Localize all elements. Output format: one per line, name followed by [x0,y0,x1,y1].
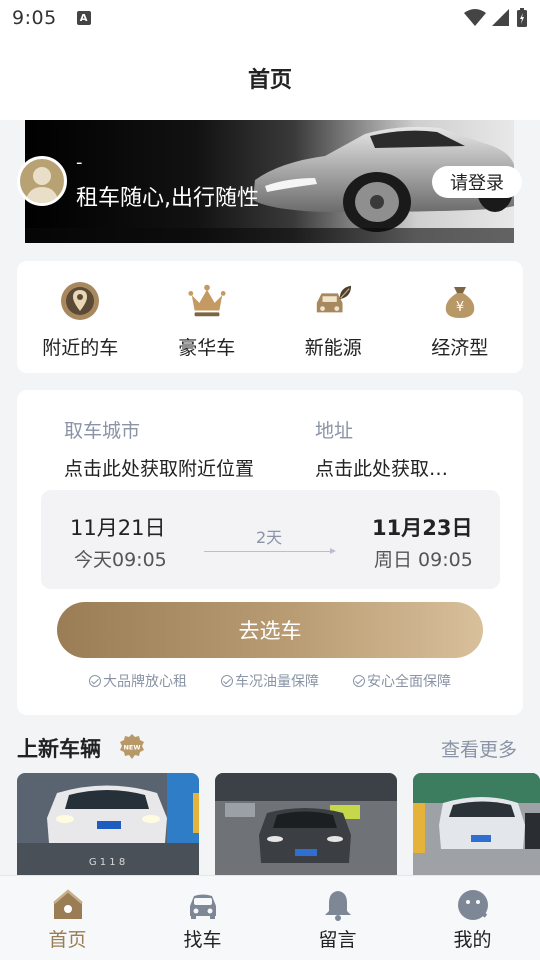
check-circle-icon [353,675,365,687]
category-label: 豪华车 [178,337,236,359]
bottom-tab-bar: 首页 找车 留言 我的 [0,875,540,960]
avatar[interactable] [17,156,67,206]
category-economy[interactable]: ¥ 经济型 [397,261,524,373]
select-car-button[interactable]: 去选车 [57,602,483,658]
pickup-city-label: 取车城市 [64,420,141,442]
svg-text:¥: ¥ [456,300,464,315]
category-label: 经济型 [431,337,489,359]
notification-icon: A [76,11,91,25]
banner-slogan: 租车随心,出行随性 [76,186,259,211]
duration-arrow [204,548,336,554]
view-more-link[interactable]: 查看更多 [441,735,517,762]
car-photo [215,773,397,875]
tab-label: 首页 [48,929,87,951]
rental-duration: 2天 [256,528,283,547]
location-pin-icon [60,281,100,321]
category-new-energy[interactable]: 新能源 [270,261,397,373]
new-badge-icon: NEW [120,734,144,759]
profile-icon [457,890,488,920]
status-time: 9:05 [12,7,57,29]
return-time[interactable]: 周日 09:05 [374,545,473,572]
address-label: 地址 [315,420,354,442]
wifi-icon [464,9,486,26]
app-header: 首页 [0,36,540,120]
category-label: 新能源 [304,337,362,359]
guarantee-list: 大品牌放心租 车况油量保障 安心全面保障 [17,671,523,691]
tab-messages[interactable]: 留言 [270,876,405,960]
user-name: - [76,152,83,173]
category-label: 附近的车 [42,337,119,359]
battery-icon [517,8,527,27]
pickup-time[interactable]: 今天09:05 [74,545,167,572]
crown-icon [187,281,227,321]
car-card[interactable]: G 1 1 8 [17,773,199,875]
guarantee-text: 大品牌放心租 [103,674,187,690]
rental-card: 取车城市 点击此处获取附近位置 地址 点击此处获取… 11月21日 今天09:0… [17,390,523,715]
guarantee-text: 车况油量保障 [235,674,319,690]
guarantee-item: 车况油量保障 [221,671,319,691]
car-photo [413,773,540,875]
eco-car-icon [313,281,353,321]
car-card[interactable] [215,773,397,875]
tab-label: 找车 [183,929,222,951]
bell-icon [324,891,351,921]
tab-label: 留言 [318,929,357,951]
svg-text:NEW: NEW [123,744,140,752]
car-card[interactable] [413,773,540,875]
status-bar: 9:05 A [0,0,540,36]
car-icon [189,894,216,919]
date-selector[interactable]: 11月21日 今天09:05 2天 11月23日 周日 09:05 [41,490,500,589]
tab-home[interactable]: 首页 [0,876,135,960]
login-button[interactable]: 请登录 [432,166,522,198]
check-circle-icon [89,675,101,687]
home-icon [52,889,83,919]
category-luxury[interactable]: 豪华车 [144,261,271,373]
guarantee-item: 安心全面保障 [353,671,451,691]
pickup-date[interactable]: 11月21日 [70,512,165,542]
svg-text:G 1 1 8: G 1 1 8 [89,857,125,868]
category-nearby[interactable]: 附近的车 [17,261,144,373]
car-photo: G 1 1 8 [17,773,199,875]
guarantee-text: 安心全面保障 [367,674,451,690]
page-title: 首页 [247,68,292,93]
check-circle-icon [221,675,233,687]
signal-icon [492,9,509,26]
address-field[interactable]: 点击此处获取… [315,454,475,481]
category-card: 附近的车 豪华车 新能源 ¥ 经济型 [17,261,523,373]
money-bag-icon: ¥ [440,281,480,321]
pickup-city-field[interactable]: 点击此处获取附近位置 [64,454,284,481]
section-title: 上新车辆 [17,737,101,761]
return-date[interactable]: 11月23日 [372,512,472,542]
tab-label: 我的 [453,929,492,951]
tab-find-car[interactable]: 找车 [135,876,270,960]
guarantee-item: 大品牌放心租 [89,671,187,691]
tab-profile[interactable]: 我的 [405,876,540,960]
